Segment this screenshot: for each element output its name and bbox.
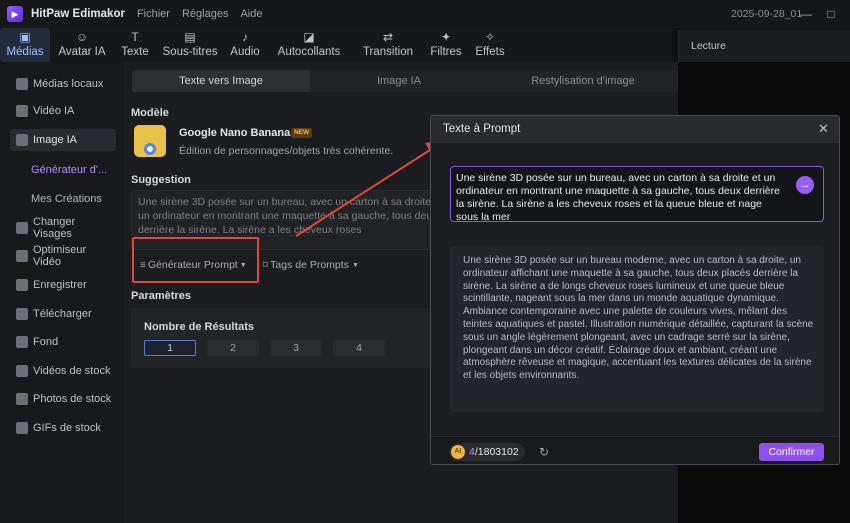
close-icon[interactable]: ✕ — [818, 121, 829, 137]
prompt-input[interactable]: Une sirène 3D posée sur un bureau, avec … — [450, 166, 824, 222]
confirm-button[interactable]: Confirmer — [759, 443, 824, 461]
credits-total: /1803102 — [474, 446, 519, 458]
send-arrow-icon[interactable]: → — [796, 176, 814, 194]
credits-counter: AI 4 /1803102 — [449, 443, 525, 461]
arrow-line — [295, 149, 431, 237]
dialog-title: Texte à Prompt — [443, 123, 521, 135]
text-to-prompt-dialog: Texte à Prompt ✕ Une sirène 3D posée sur… — [430, 115, 840, 465]
coin-icon: AI — [451, 445, 465, 459]
generated-prompt: Une sirène 3D posée sur un bureau modern… — [450, 246, 824, 412]
dialog-header: Texte à Prompt ✕ — [431, 116, 839, 143]
refresh-icon[interactable]: ↻ — [539, 445, 549, 459]
dialog-footer: AI 4 /1803102 ↻ Confirmer — [431, 436, 839, 464]
